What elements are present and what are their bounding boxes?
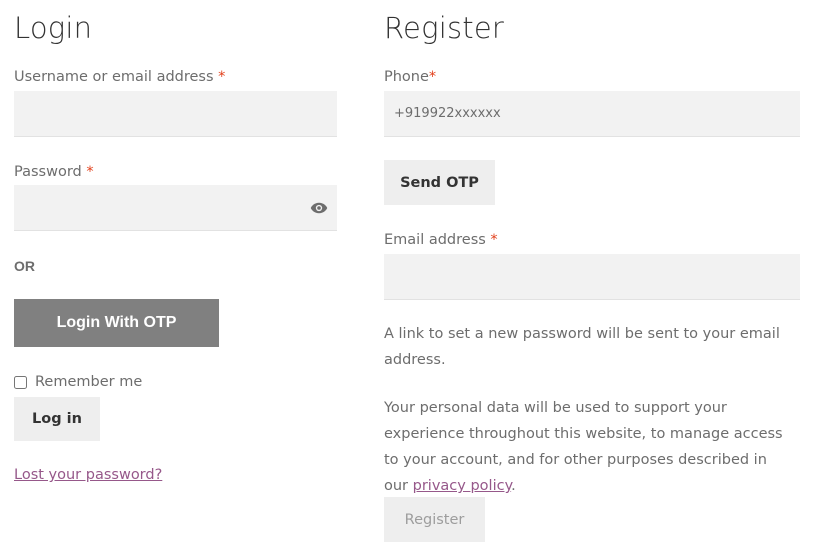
- login-title: Login: [14, 11, 93, 45]
- privacy-text-after: .: [511, 478, 516, 494]
- remember-me: Remember me: [14, 374, 142, 390]
- login-column: Login Username or email address * Passwo…: [14, 0, 337, 554]
- email-input[interactable]: [384, 254, 800, 300]
- register-title: Register: [384, 11, 504, 45]
- register-button[interactable]: Register: [384, 497, 485, 542]
- privacy-notice: Your personal data will be used to suppo…: [384, 395, 794, 499]
- username-input[interactable]: [14, 91, 337, 137]
- remember-me-checkbox[interactable]: [14, 375, 27, 389]
- register-column: Register Phone* Send OTP Email address *…: [384, 0, 800, 554]
- password-input[interactable]: [14, 185, 337, 231]
- privacy-policy-link[interactable]: privacy policy: [413, 478, 511, 494]
- phone-label-text: Phone: [384, 69, 429, 85]
- required-mark: *: [218, 69, 226, 85]
- password-label-text: Password: [14, 164, 82, 180]
- or-divider: OR: [14, 258, 35, 274]
- required-mark: *: [490, 232, 498, 248]
- lost-password-link[interactable]: Lost your password?: [14, 467, 162, 483]
- remember-me-label: Remember me: [35, 374, 143, 390]
- email-label: Email address *: [384, 232, 498, 248]
- phone-input[interactable]: [384, 91, 800, 137]
- log-in-button[interactable]: Log in: [14, 397, 100, 441]
- username-label-text: Username or email address: [14, 69, 214, 85]
- username-label: Username or email address *: [14, 69, 225, 85]
- password-notice: A link to set a new password will be sen…: [384, 326, 780, 368]
- password-label: Password *: [14, 164, 94, 180]
- required-mark: *: [428, 69, 437, 85]
- phone-label: Phone*: [384, 69, 436, 85]
- login-with-otp-button[interactable]: Login With OTP: [14, 299, 219, 347]
- send-otp-button[interactable]: Send OTP: [384, 160, 495, 205]
- email-label-text: Email address: [384, 232, 486, 248]
- eye-icon[interactable]: [310, 200, 328, 216]
- required-mark: *: [86, 164, 94, 180]
- password-wrapper: [14, 185, 337, 231]
